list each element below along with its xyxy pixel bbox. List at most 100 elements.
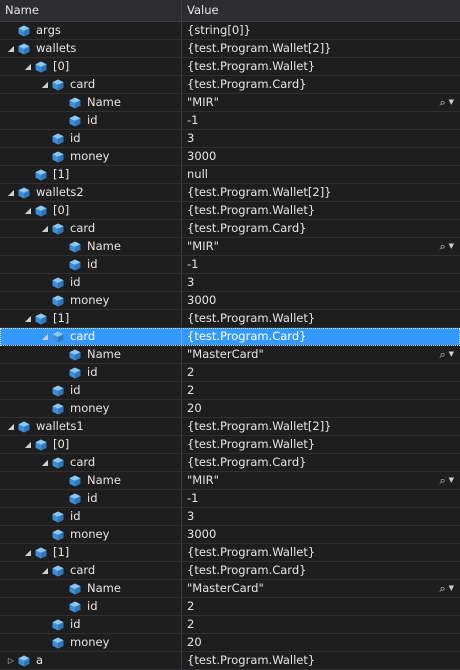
table-row[interactable]: money 20	[0, 400, 460, 418]
value-cell[interactable]: {test.Program.Wallet}	[182, 544, 460, 561]
value-cell[interactable]: -1	[182, 490, 460, 507]
column-header-value[interactable]: Value	[182, 0, 460, 21]
chevron-down-icon[interactable]: ▼	[449, 472, 454, 489]
table-row[interactable]: Name "MIR" ⌕ ▼	[0, 472, 460, 490]
chevron-down-icon[interactable]: ▼	[449, 346, 454, 363]
value-cell[interactable]: {test.Program.Wallet}	[182, 310, 460, 327]
collapse-arrow-icon[interactable]: ◢	[5, 184, 17, 201]
table-row[interactable]: money 20	[0, 634, 460, 652]
table-row[interactable]: id -1	[0, 490, 460, 508]
value-cell[interactable]: 20	[182, 634, 460, 651]
value-cell[interactable]: -1	[182, 112, 460, 129]
value-cell[interactable]: {test.Program.Wallet}	[182, 652, 460, 669]
table-row[interactable]: Name "MIR" ⌕ ▼	[0, 238, 460, 256]
table-row[interactable]: ◢ wallets2 {test.Program.Wallet[2]}	[0, 184, 460, 202]
value-cell[interactable]: 2	[182, 598, 460, 615]
collapse-arrow-icon[interactable]: ◢	[5, 40, 17, 57]
value-cell[interactable]: "MIR" ⌕ ▼	[182, 472, 460, 489]
table-row[interactable]: id -1	[0, 112, 460, 130]
value-cell[interactable]: {test.Program.Wallet}	[182, 202, 460, 219]
value-cell[interactable]: "MasterCard" ⌕ ▼	[182, 346, 460, 363]
variable-value: "MIR"	[187, 95, 219, 109]
magnifier-icon[interactable]: ⌕	[439, 346, 445, 363]
value-cell[interactable]: {test.Program.Card}	[182, 328, 460, 345]
collapse-arrow-icon[interactable]: ◢	[39, 220, 51, 237]
value-cell[interactable]: {test.Program.Card}	[182, 220, 460, 237]
collapse-arrow-icon[interactable]: ◢	[39, 454, 51, 471]
expand-arrow-icon[interactable]: ▷	[5, 652, 17, 669]
value-cell[interactable]: {test.Program.Wallet[2]}	[182, 418, 460, 435]
table-row[interactable]: money 3000	[0, 148, 460, 166]
table-row[interactable]: ◢ card {test.Program.Card}	[0, 328, 460, 346]
magnifier-icon[interactable]: ⌕	[439, 238, 445, 255]
value-cell[interactable]: {string[0]}	[182, 22, 460, 39]
collapse-arrow-icon[interactable]: ◢	[22, 436, 34, 453]
table-row[interactable]: Name "MasterCard" ⌕ ▼	[0, 580, 460, 598]
table-row[interactable]: id 2	[0, 616, 460, 634]
value-cell[interactable]: 2	[182, 616, 460, 633]
value-cell[interactable]: "MasterCard" ⌕ ▼	[182, 580, 460, 597]
table-row[interactable]: Name "MIR" ⌕ ▼	[0, 94, 460, 112]
table-row[interactable]: ◢ card {test.Program.Card}	[0, 454, 460, 472]
table-row[interactable]: ◢ [1] {test.Program.Wallet}	[0, 544, 460, 562]
magnifier-icon[interactable]: ⌕	[439, 472, 445, 489]
value-cell[interactable]: {test.Program.Card}	[182, 76, 460, 93]
table-row[interactable]: args {string[0]}	[0, 22, 460, 40]
value-cell[interactable]: {test.Program.Card}	[182, 454, 460, 471]
table-row[interactable]: ◢ [0] {test.Program.Wallet}	[0, 58, 460, 76]
table-row[interactable]: id 2	[0, 598, 460, 616]
collapse-arrow-icon[interactable]: ◢	[22, 544, 34, 561]
collapse-arrow-icon[interactable]: ◢	[39, 328, 51, 345]
table-row[interactable]: ◢ card {test.Program.Card}	[0, 562, 460, 580]
value-cell[interactable]: 2	[182, 364, 460, 381]
table-row[interactable]: money 3000	[0, 526, 460, 544]
name-cell: money	[0, 526, 182, 543]
table-row[interactable]: ◢ wallets1 {test.Program.Wallet[2]}	[0, 418, 460, 436]
value-cell[interactable]: 3	[182, 508, 460, 525]
value-cell[interactable]: -1	[182, 256, 460, 273]
chevron-down-icon[interactable]: ▼	[449, 238, 454, 255]
collapse-arrow-icon[interactable]: ◢	[22, 310, 34, 327]
magnifier-icon[interactable]: ⌕	[439, 580, 445, 597]
collapse-arrow-icon[interactable]: ◢	[22, 202, 34, 219]
value-cell[interactable]: null	[182, 166, 460, 183]
collapse-arrow-icon[interactable]: ◢	[39, 562, 51, 579]
table-row[interactable]: id 2	[0, 382, 460, 400]
collapse-arrow-icon[interactable]: ◢	[22, 58, 34, 75]
value-cell[interactable]: {test.Program.Wallet[2]}	[182, 40, 460, 57]
table-row[interactable]: ◢ [0] {test.Program.Wallet}	[0, 436, 460, 454]
value-cell[interactable]: "MIR" ⌕ ▼	[182, 238, 460, 255]
value-cell[interactable]: {test.Program.Wallet[2]}	[182, 184, 460, 201]
table-row[interactable]: ◢ [1] {test.Program.Wallet}	[0, 310, 460, 328]
table-row[interactable]: [1] null	[0, 166, 460, 184]
value-cell[interactable]: {test.Program.Wallet}	[182, 436, 460, 453]
table-row[interactable]: ◢ card {test.Program.Card}	[0, 76, 460, 94]
value-cell[interactable]: {test.Program.Card}	[182, 562, 460, 579]
value-cell[interactable]: 3	[182, 274, 460, 291]
collapse-arrow-icon[interactable]: ◢	[39, 76, 51, 93]
table-row[interactable]: ◢ wallets {test.Program.Wallet[2]}	[0, 40, 460, 58]
table-row[interactable]: id 3	[0, 274, 460, 292]
value-cell[interactable]: 3	[182, 130, 460, 147]
value-cell[interactable]: 20	[182, 400, 460, 417]
value-cell[interactable]: {test.Program.Wallet}	[182, 58, 460, 75]
table-row[interactable]: ◢ card {test.Program.Card}	[0, 220, 460, 238]
table-row[interactable]: id -1	[0, 256, 460, 274]
table-row[interactable]: money 3000	[0, 292, 460, 310]
value-cell[interactable]: 2	[182, 382, 460, 399]
value-cell[interactable]: 3000	[182, 148, 460, 165]
value-cell[interactable]: 3000	[182, 526, 460, 543]
magnifier-icon[interactable]: ⌕	[439, 94, 445, 111]
table-row[interactable]: ▷ a {test.Program.Wallet}	[0, 652, 460, 670]
chevron-down-icon[interactable]: ▼	[449, 94, 454, 111]
table-row[interactable]: id 3	[0, 130, 460, 148]
table-row[interactable]: ◢ [0] {test.Program.Wallet}	[0, 202, 460, 220]
value-cell[interactable]: 3000	[182, 292, 460, 309]
table-row[interactable]: Name "MasterCard" ⌕ ▼	[0, 346, 460, 364]
table-row[interactable]: id 2	[0, 364, 460, 382]
collapse-arrow-icon[interactable]: ◢	[5, 418, 17, 435]
table-row[interactable]: id 3	[0, 508, 460, 526]
column-header-name[interactable]: Name	[0, 0, 182, 21]
value-cell[interactable]: "MIR" ⌕ ▼	[182, 94, 460, 111]
chevron-down-icon[interactable]: ▼	[449, 580, 454, 597]
